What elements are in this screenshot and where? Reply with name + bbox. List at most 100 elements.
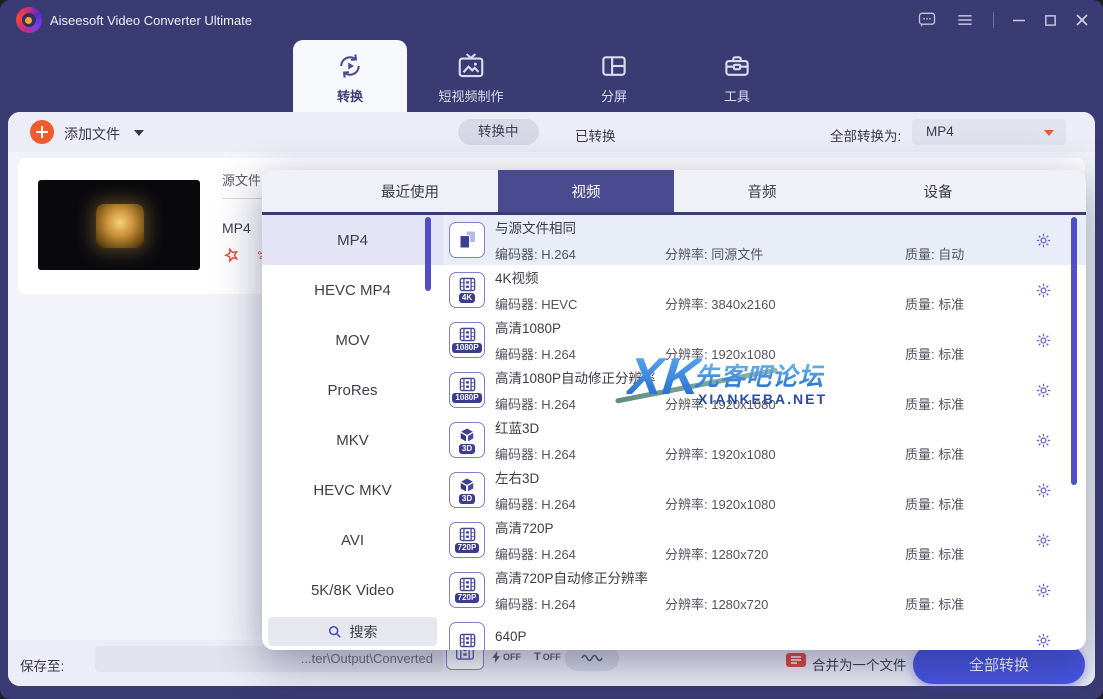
row-settings-button[interactable] [1035,432,1052,454]
row-settings-button[interactable] [1035,232,1052,254]
merge-checkbox-label[interactable]: 合并为一个文件 [812,654,907,674]
resolution-badge: 4K [458,293,476,303]
format-row[interactable]: 与源文件相同 编码器: H.264 分辨率: 同源文件 质量: 自动 [443,215,1086,265]
search-label: 搜索 [349,623,378,640]
encoder-value: 编码器: H.264 [495,597,576,612]
film-icon [459,277,475,292]
convert-all-to-label: 全部转换为: [830,129,902,144]
gear-icon[interactable] [1035,282,1052,299]
nav-tab-convert[interactable]: 转换 [293,40,407,112]
feedback-icon[interactable] [917,10,937,30]
menu-icon[interactable] [955,10,975,30]
sidebar-item-mkv[interactable]: MKV [262,415,443,465]
sidebar-item-mov[interactable]: MOV [262,315,443,365]
popup-tab-1[interactable]: 视频 [498,170,674,212]
speed-toggle[interactable]: OFF [492,651,521,663]
gear-icon[interactable] [1035,432,1052,449]
search-button[interactable]: 搜索 [268,617,437,646]
film-icon [459,527,475,542]
nav-tab-toolbox[interactable]: 工具 [687,40,787,112]
toggle-state: OFF [542,652,561,662]
list-scrollbar[interactable] [1071,217,1077,485]
format-row[interactable]: 3D 左右3D 编码器: H.264 分辨率: 1920x1080 质量: 标准 [443,465,1086,515]
resolution-badge: 1080P [452,393,482,403]
format-title: 左右3D [495,471,540,486]
gear-icon[interactable] [1035,332,1052,349]
convert-icon [335,50,365,82]
quality-value: 质量: 标准 [905,397,965,412]
gear-icon[interactable] [1035,532,1052,549]
row-settings-button[interactable] [1035,582,1052,604]
gear-icon[interactable] [1035,232,1052,249]
resolution-value: 分辨率: 1920x1080 [665,347,776,362]
format-title: 高清720P自动修正分辨率 [495,571,649,586]
sidebar-item-avi[interactable]: AVI [262,515,443,565]
resolution-value: 分辨率: 1280x720 [665,547,769,562]
quality-value: 质量: 标准 [905,597,965,612]
lightning-icon [492,651,500,663]
film-icon [459,327,475,342]
quality-value: 质量: 标准 [905,297,965,312]
t-icon: T [534,651,541,663]
minimize-icon[interactable] [1012,13,1026,27]
quality-value: 质量: 自动 [905,247,965,262]
popup-tab-2[interactable]: 音频 [674,170,850,212]
format-icon-box: 3D [449,422,485,458]
format-icon-box: 4K [449,272,485,308]
convert-all-button[interactable]: 全部转换 [913,645,1085,684]
format-row[interactable]: 720P 高清720P 编码器: H.264 分辨率: 1280x720 质量:… [443,515,1086,565]
tab-converted[interactable]: 已转换 [575,125,616,145]
add-files-caret-icon[interactable] [134,130,144,136]
encoder-value: 编码器: H.264 [495,447,576,462]
file-format-label: MP4 [222,220,251,236]
popup-tab-0[interactable]: 最近使用 [322,170,498,212]
app-window: Aiseesoft Video Converter Ultimate 转换 短视… [0,0,1103,699]
gear-icon[interactable] [1035,382,1052,399]
popup-tab-3[interactable]: 设备 [850,170,1026,212]
quality-value: 质量: 标准 [905,447,965,462]
encoder-value: 编码器: H.264 [495,247,576,262]
format-row[interactable]: 1080P 高清1080P 编码器: H.264 分辨率: 1920x1080 … [443,315,1086,365]
row-settings-button[interactable] [1035,532,1052,554]
close-icon[interactable] [1075,13,1089,27]
resolution-badge: 720P [454,593,480,603]
effects-icon[interactable] [222,246,242,271]
add-files-icon[interactable] [30,120,54,144]
sidebar-item-hevc-mp4[interactable]: HEVC MP4 [262,265,443,315]
format-title: 640P [495,629,527,644]
app-logo-icon [16,7,42,33]
row-settings-button[interactable] [1035,282,1052,304]
tab-converting[interactable]: 转换中 [458,119,539,145]
row-settings-button[interactable] [1035,632,1052,650]
video-thumbnail[interactable] [38,180,200,270]
gear-icon[interactable] [1035,482,1052,499]
sidebar-item-5k-8k-video[interactable]: 5K/8K Video [262,565,443,615]
sidebar-item-hevc-mkv[interactable]: HEVC MKV [262,465,443,515]
format-icon-box: 720P [449,572,485,608]
row-settings-button[interactable] [1035,332,1052,354]
format-row[interactable]: 1080P 高清1080P自动修正分辨率 编码器: H.264 分辨率: 192… [443,365,1086,415]
gear-icon[interactable] [1035,582,1052,599]
format-title: 高清720P [495,521,554,536]
nav-tab-split[interactable]: 分屏 [564,40,664,112]
merge-icon[interactable] [786,652,806,673]
add-files-button[interactable]: 添加文件 [64,124,120,144]
row-settings-button[interactable] [1035,382,1052,404]
resolution-value: 分辨率: 1920x1080 [665,447,776,462]
gear-icon[interactable] [1035,632,1052,649]
format-row[interactable]: 4K 4K视频 编码器: HEVC 分辨率: 3840x2160 质量: 标准 [443,265,1086,315]
output-format-dropdown[interactable]: MP4 [912,119,1066,145]
format-row[interactable]: 640P [443,615,1086,650]
format-row[interactable]: 3D 红蓝3D 编码器: H.264 分辨率: 1920x1080 质量: 标准 [443,415,1086,465]
nav-tab-mv[interactable]: 短视频制作 [421,40,521,112]
maximize-icon[interactable] [1044,14,1057,27]
sidebar-scrollbar[interactable] [425,217,431,291]
resolution-value: 分辨率: 1920x1080 [665,497,776,512]
source-file-icon [459,231,475,249]
row-settings-button[interactable] [1035,482,1052,504]
sidebar-item-prores[interactable]: ProRes [262,365,443,415]
format-row[interactable]: 720P 高清720P自动修正分辨率 编码器: H.264 分辨率: 1280x… [443,565,1086,615]
sidebar-item-mp4[interactable]: MP4 [262,215,443,265]
title-toggle[interactable]: T OFF [534,651,561,663]
resolution-badge: 3D [458,493,476,504]
